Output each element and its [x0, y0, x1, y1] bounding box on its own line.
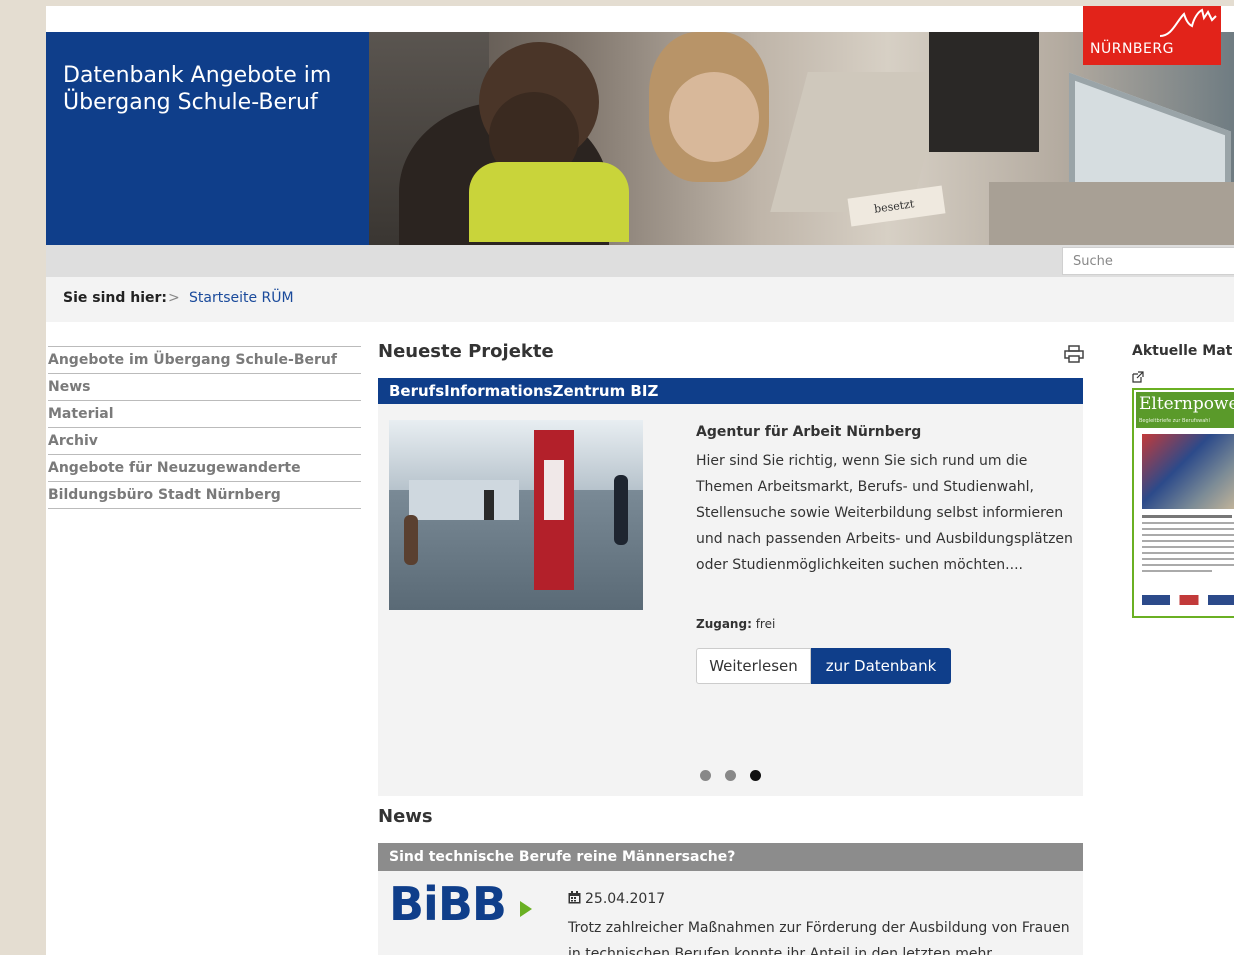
sidebar-item-news[interactable]: News [48, 374, 361, 401]
side-navigation: Angebote im Übergang Schule-Beruf News M… [48, 346, 361, 509]
calendar-icon [568, 891, 581, 904]
site-title[interactable]: Datenbank Angebote im Übergang Schule-Be… [63, 62, 353, 116]
access-value: frei [755, 617, 776, 631]
material-cover-subtitle: Begleitbriefe zur Berufswahl [1136, 418, 1234, 428]
news-excerpt: Trotz zahlreicher Maßnahmen zur Förderun… [568, 920, 1070, 955]
nuernberg-logo[interactable]: NÜRNBERG [1083, 6, 1221, 65]
search-bar [46, 245, 1234, 277]
carousel-dot-3[interactable] [750, 770, 761, 781]
projects-heading: Neueste Projekte [378, 341, 554, 362]
project-title[interactable]: BerufsInformationsZentrum BIZ [378, 378, 1083, 404]
breadcrumb: Sie sind hier: > Startseite RÜM [46, 277, 1234, 322]
carousel-dot-1[interactable] [700, 770, 711, 781]
sidebar-item-material[interactable]: Material [48, 401, 361, 428]
sidebar-item-archiv[interactable]: Archiv [48, 428, 361, 455]
breadcrumb-separator: > [168, 290, 180, 306]
news-date-line: 25.04.2017 [568, 891, 665, 907]
news-date: 25.04.2017 [585, 891, 666, 907]
sidebar-item-bildungsbuero[interactable]: Bildungsbüro Stadt Nürnberg [48, 482, 361, 509]
access-info: Zugang: frei [696, 617, 775, 631]
project-subtitle: Agentur für Arbeit Nürnberg [696, 424, 922, 440]
logo-text: NÜRNBERG [1090, 41, 1174, 57]
material-cover-title: Elternpower [1136, 392, 1234, 418]
news-heading: News [378, 806, 433, 827]
access-label: Zugang: [696, 617, 752, 631]
external-link-icon[interactable] [1132, 371, 1144, 383]
read-more-button[interactable]: Weiterlesen [696, 648, 811, 684]
breadcrumb-label: Sie sind hier: [63, 290, 168, 306]
material-cover-image[interactable]: Elternpower Begleitbriefe zur Berufswahl [1132, 388, 1234, 618]
sidebar-item-angebote[interactable]: Angebote im Übergang Schule-Beruf [48, 347, 361, 374]
project-image [389, 420, 643, 610]
project-description: Hier sind Sie richtig, wenn Sie sich run… [696, 453, 1073, 573]
city-crest-icon [1159, 8, 1217, 37]
bibb-logo[interactable]: BiBB [389, 881, 507, 927]
search-input[interactable] [1062, 247, 1234, 275]
site-header: Datenbank Angebote im Übergang Schule-Be… [46, 32, 1234, 245]
sidebar-item-neuzugewanderte[interactable]: Angebote für Neuzugewanderte [48, 455, 361, 482]
material-heading: Aktuelle Mat [1132, 343, 1233, 359]
site-title-box: Datenbank Angebote im Übergang Schule-Be… [46, 32, 369, 245]
news-title[interactable]: Sind technische Berufe reine Männersache… [378, 843, 1083, 871]
page: Datenbank Angebote im Übergang Schule-Be… [46, 6, 1234, 955]
to-database-button[interactable]: zur Datenbank [811, 648, 951, 684]
project-carousel: BerufsInformationsZentrum BIZ Agentur fü… [378, 378, 1083, 796]
breadcrumb-home-link[interactable]: Startseite RÜM [189, 290, 294, 306]
news-item: BiBB 25.04.2017 Trotz zahlreicher Maßnah… [378, 871, 1083, 955]
print-icon[interactable] [1064, 345, 1084, 363]
carousel-dot-2[interactable] [725, 770, 736, 781]
bibb-logo-arrow [520, 901, 532, 917]
